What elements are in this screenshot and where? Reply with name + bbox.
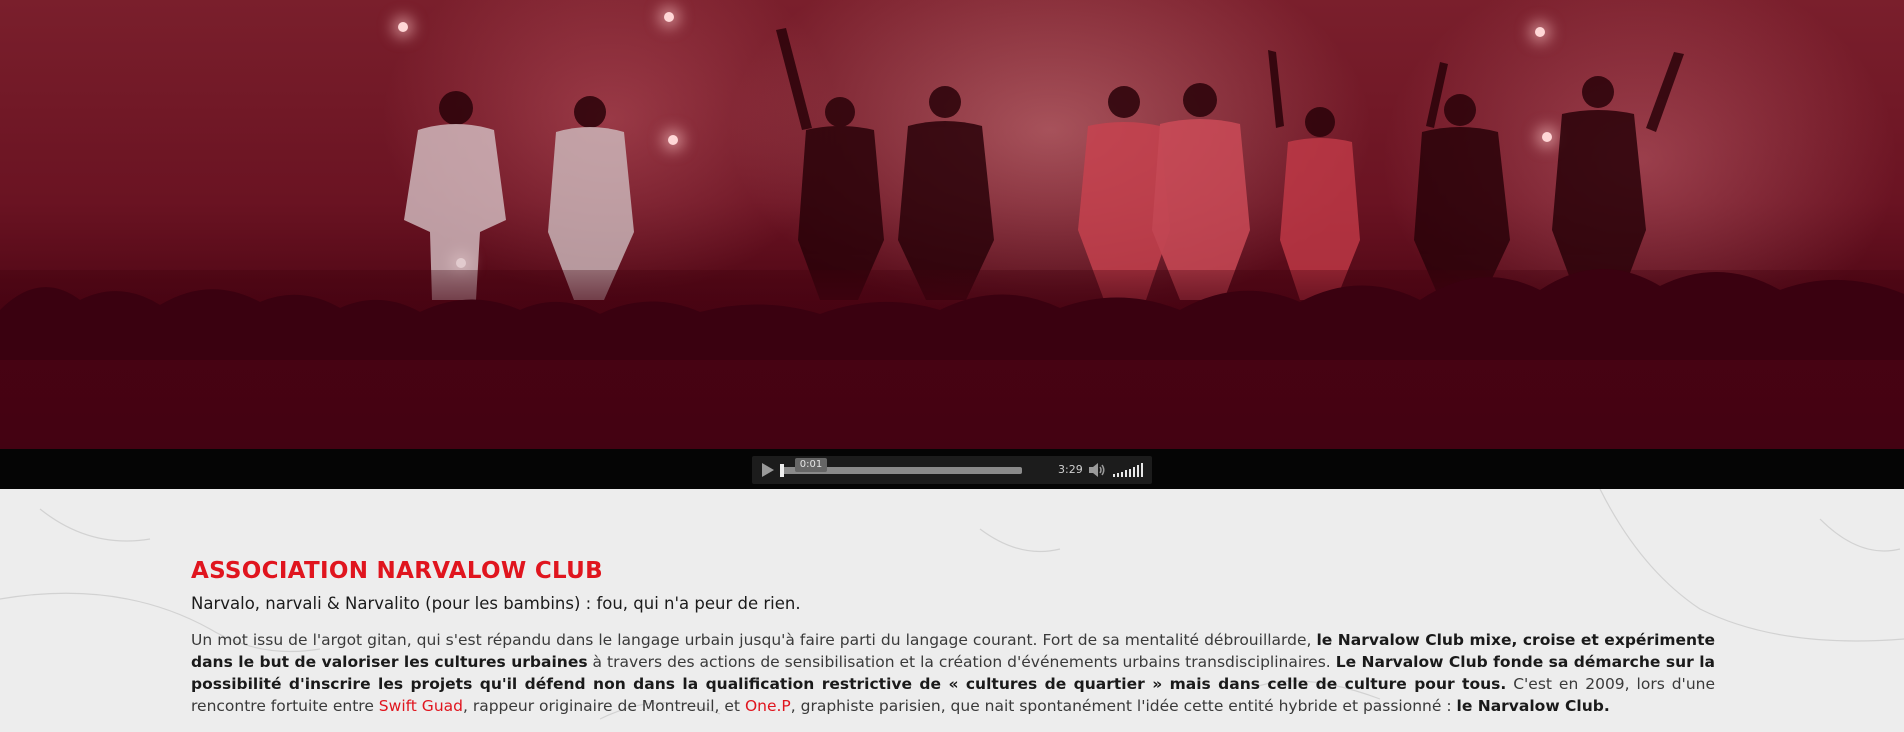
- volume-bar: [1137, 465, 1139, 477]
- volume-bar: [1141, 463, 1143, 477]
- text-emphasis: le Narvalow Club.: [1456, 697, 1610, 715]
- volume-slider[interactable]: [1113, 462, 1147, 478]
- one-p-link[interactable]: One.P: [745, 697, 791, 715]
- volume-bar: [1129, 469, 1131, 477]
- article-subtitle: Narvalo, narvali & Narvalito (pour les b…: [191, 594, 801, 613]
- audio-player: 0:01 3:29: [752, 456, 1152, 484]
- volume-bar: [1117, 473, 1119, 477]
- volume-bar: [1125, 470, 1127, 477]
- article-body: ASSOCIATION NARVALOW CLUB Narvalo, narva…: [191, 557, 1715, 717]
- swift-guad-link[interactable]: Swift Guad: [379, 697, 463, 715]
- play-icon: [762, 463, 774, 477]
- volume-bar: [1121, 472, 1123, 477]
- volume-bar: [1133, 467, 1135, 477]
- play-button[interactable]: [757, 460, 777, 480]
- progress-handle[interactable]: [780, 464, 784, 477]
- audio-player-bar: 0:01 3:29: [0, 449, 1904, 489]
- article-title: ASSOCIATION NARVALOW CLUB: [191, 558, 603, 584]
- article-paragraph: Un mot issu de l'argot gitan, qui s'est …: [191, 629, 1715, 717]
- crowd-silhouette: [0, 268, 1904, 360]
- current-time-tooltip: 0:01: [795, 458, 827, 472]
- text-span: à travers des actions de sensibilisation…: [587, 653, 1336, 671]
- text-span: , rappeur originaire de Montreuil, et: [462, 697, 745, 715]
- mute-button[interactable]: [1088, 462, 1106, 478]
- duration-label: 3:29: [1058, 463, 1083, 476]
- hero-concert-image: [0, 0, 1904, 449]
- speaker-icon: [1089, 463, 1105, 477]
- text-span: Un mot issu de l'argot gitan, qui s'est …: [191, 631, 1317, 649]
- progress-slider[interactable]: 0:01: [780, 458, 1022, 477]
- article-section: ASSOCIATION NARVALOW CLUB Narvalo, narva…: [0, 489, 1904, 732]
- text-span: , graphiste parisien, que nait spontaném…: [790, 697, 1457, 715]
- volume-bar: [1113, 474, 1115, 477]
